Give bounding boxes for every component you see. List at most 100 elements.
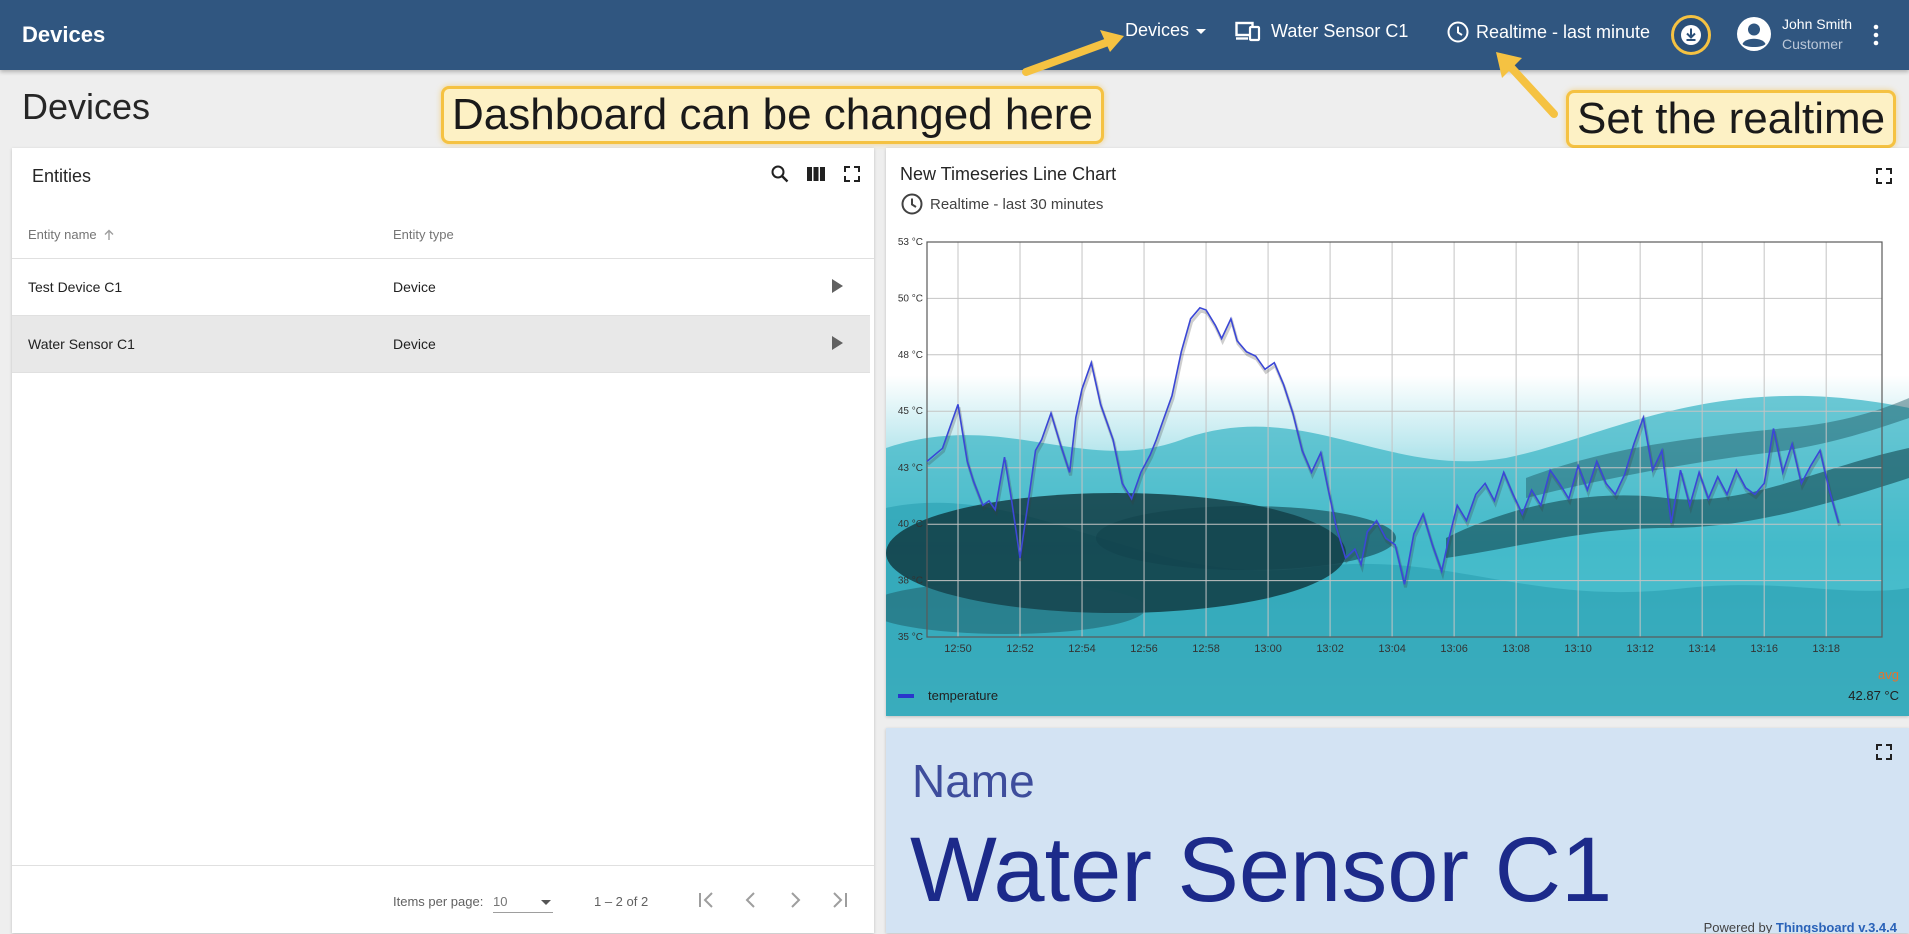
devices-icon — [1235, 21, 1261, 42]
x-tick-label: 13:12 — [1626, 643, 1654, 655]
entities-title: Entities — [32, 166, 92, 186]
x-tick-label: 13:10 — [1564, 643, 1592, 655]
row-action-button[interactable] — [828, 334, 846, 352]
fullscreen-button[interactable] — [840, 162, 864, 186]
callout-arrow-realtime — [1496, 52, 1558, 118]
x-tick-label: 12:52 — [1006, 643, 1034, 655]
fullscreen-icon — [844, 166, 860, 182]
legend-series-label[interactable]: temperature — [928, 688, 998, 703]
name-card-label: Name — [912, 755, 1035, 807]
last-page-icon — [833, 892, 847, 908]
entities-table-header: Entity name Entity type — [12, 206, 874, 259]
dashboard-select-label: Devices — [1125, 20, 1190, 40]
play-icon — [832, 279, 843, 293]
name-card-fullscreen-button[interactable] — [1876, 744, 1892, 760]
x-tick-label: 13:04 — [1378, 643, 1406, 655]
dropdown-caret-icon — [1196, 28, 1207, 34]
entity-select[interactable]: Water Sensor C1 — [1235, 20, 1408, 42]
entity-name-card: Name Water Sensor C1 Powered by Thingsbo… — [886, 728, 1909, 933]
download-button[interactable] — [1671, 15, 1711, 55]
column-entity-name[interactable]: Entity name — [28, 227, 115, 242]
items-per-page-value: 10 — [493, 894, 508, 909]
top-bar: Devices Devices Water Sensor C1 Realtime… — [0, 0, 1909, 70]
table-row[interactable]: Water Sensor C1 Device — [12, 316, 870, 373]
items-per-page-select[interactable]: 10 — [493, 892, 553, 913]
columns-button[interactable] — [804, 162, 828, 186]
next-page-icon — [791, 892, 801, 908]
column-entity-name-label: Entity name — [28, 227, 97, 242]
chart-timewindow-label: Realtime - last 30 minutes — [930, 195, 1104, 213]
columns-icon — [807, 167, 825, 181]
more-menu-button[interactable] — [1866, 22, 1886, 48]
account-circle-icon — [1737, 17, 1771, 51]
download-icon — [1681, 25, 1701, 45]
x-axis: 12:50 12:52 12:54 12:56 12:58 13:00 13:02 13:04… — [944, 643, 1840, 655]
arrow-up-icon — [104, 229, 114, 240]
x-tick-label: 13:14 — [1688, 643, 1716, 655]
line-chart: 53 °C 50 °C 48 °C 45 °C 43 °C 40 °C 38 °C 35 °C… — [898, 237, 1883, 655]
user-role: Customer — [1782, 36, 1843, 52]
timewindow-select[interactable]: Realtime - last minute — [1446, 20, 1650, 44]
thingsboard-link[interactable]: Thingsboard v.3.4.4 — [1776, 920, 1897, 933]
user-name: John Smith — [1782, 16, 1853, 32]
y-tick-label: 43 °C — [898, 463, 923, 474]
first-page-button[interactable] — [695, 888, 719, 912]
fullscreen-icon — [1876, 168, 1892, 184]
y-tick-label: 45 °C — [898, 406, 923, 417]
x-tick-label: 13:18 — [1812, 643, 1840, 655]
fullscreen-icon — [1876, 744, 1892, 760]
dashboard-select[interactable]: Devices — [1125, 20, 1209, 41]
y-axis: 53 °C 50 °C 48 °C 45 °C 43 °C 40 °C 38 °C 35 °C — [898, 237, 923, 643]
callout-arrow-dashboard — [1022, 30, 1124, 76]
dropdown-caret-icon — [541, 900, 551, 905]
row-action-button[interactable] — [828, 277, 846, 295]
column-entity-type[interactable]: Entity type — [393, 227, 454, 242]
y-tick-label: 38 °C — [898, 576, 923, 587]
search-button[interactable] — [768, 162, 792, 186]
more-vert-icon — [1873, 24, 1879, 46]
timewindow-label: Realtime - last minute — [1476, 21, 1651, 42]
powered-by: Powered by Thingsboard v.3.4.4 — [1704, 920, 1897, 933]
legend-swatch — [898, 694, 914, 698]
entities-card: Entities Entity name Entity type Test De… — [12, 148, 874, 933]
user-menu[interactable]: John Smith Customer — [1736, 14, 1852, 54]
legend-avg-value: 42.87 °C — [1848, 688, 1899, 703]
last-page-button[interactable] — [827, 888, 851, 912]
prev-page-button[interactable] — [739, 888, 763, 912]
entity-name-cell: Water Sensor C1 — [28, 336, 135, 352]
chart-timewindow[interactable]: Realtime - last 30 minutes — [900, 192, 1103, 216]
timeseries-chart-card: 53 °C 50 °C 48 °C 45 °C 43 °C 40 °C 38 °C 35 °C… — [886, 148, 1909, 716]
y-tick-label: 53 °C — [898, 237, 923, 248]
callout-realtime: Set the realtime — [1566, 90, 1897, 148]
chart-fullscreen-button[interactable] — [1876, 168, 1892, 184]
callout-dashboard: Dashboard can be changed here — [441, 86, 1104, 144]
table-row[interactable]: Test Device C1 Device — [12, 259, 870, 316]
y-tick-label: 48 °C — [898, 350, 923, 361]
first-page-icon — [699, 892, 713, 908]
x-tick-label: 12:50 — [944, 643, 972, 655]
next-page-button[interactable] — [783, 888, 807, 912]
play-icon — [832, 336, 843, 350]
chart-title: New Timeseries Line Chart — [900, 164, 1117, 184]
name-card-value: Water Sensor C1 — [910, 819, 1613, 921]
entity-select-label: Water Sensor C1 — [1271, 20, 1409, 41]
items-per-page-label: Items per page: — [393, 894, 484, 909]
entity-type-cell: Device — [393, 336, 436, 352]
y-tick-label: 40 °C — [898, 519, 923, 530]
entity-type-cell: Device — [393, 279, 436, 295]
x-tick-label: 13:00 — [1254, 643, 1282, 655]
page-title: Devices — [22, 86, 151, 127]
powered-by-prefix: Powered by — [1703, 920, 1773, 933]
y-tick-label: 35 °C — [898, 632, 923, 643]
x-tick-label: 12:56 — [1130, 643, 1158, 655]
search-icon — [771, 165, 789, 183]
y-tick-label: 50 °C — [898, 293, 923, 304]
legend-avg-header: avg — [1878, 667, 1899, 682]
prev-page-icon — [745, 892, 755, 908]
x-tick-label: 13:16 — [1750, 643, 1778, 655]
app-title: Devices — [22, 22, 106, 47]
clock-icon — [1447, 21, 1469, 43]
x-tick-label: 12:54 — [1068, 643, 1096, 655]
temperature-series-shadow — [927, 309, 1842, 588]
entity-name-cell: Test Device C1 — [28, 279, 123, 295]
